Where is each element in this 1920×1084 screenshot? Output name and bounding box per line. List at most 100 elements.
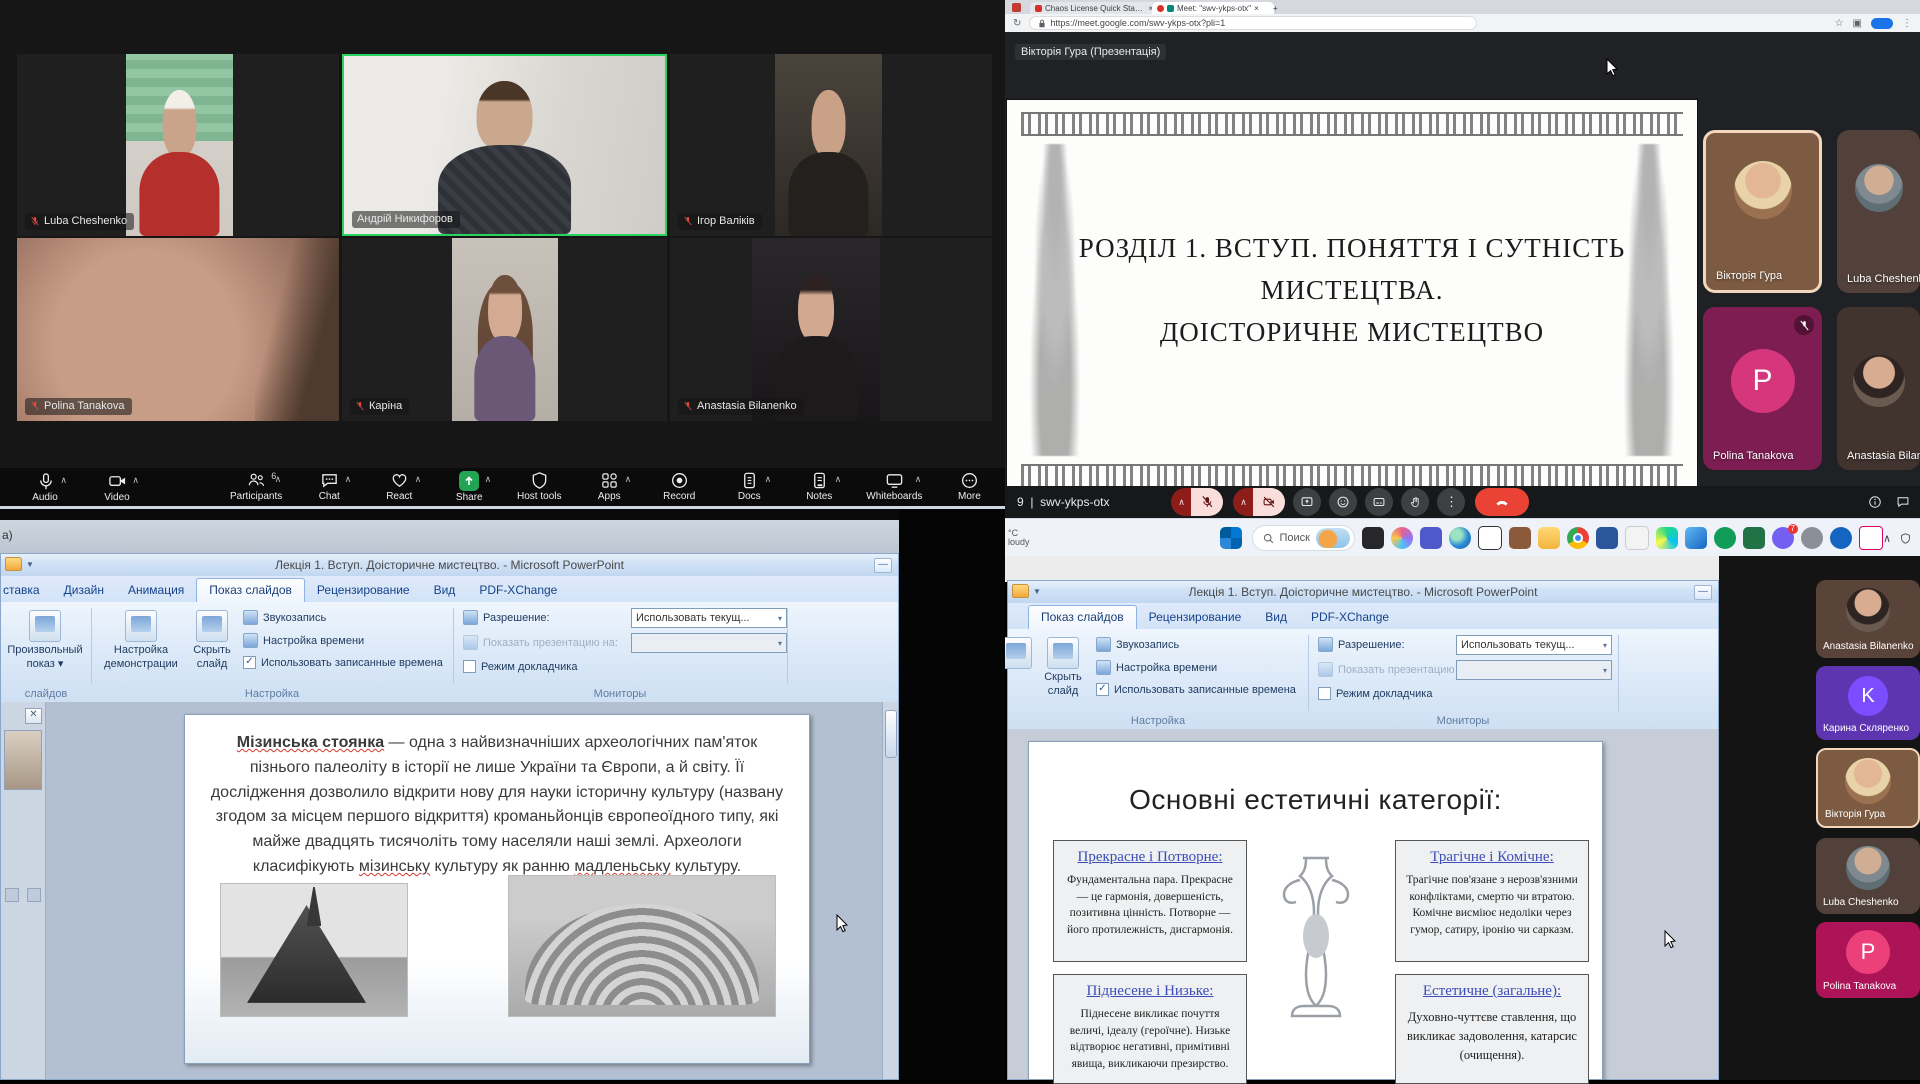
camera-options-chevron[interactable]: ∧ xyxy=(1233,488,1253,516)
tab-insert[interactable]: ставка xyxy=(1,579,52,602)
qat-dropdown-icon[interactable]: ▼ xyxy=(1033,587,1041,596)
tab-slideshow[interactable]: Показ слайдов xyxy=(196,578,305,602)
video-tile[interactable]: Luba Cheshenko xyxy=(17,54,339,236)
address-bar[interactable]: https://meet.google.com/swv-ykps-otx?pli… xyxy=(1029,16,1477,30)
docs-button[interactable]: ∧Docs xyxy=(726,471,772,503)
tab-design[interactable]: Дизайн xyxy=(52,579,116,602)
tab-pdf-xchange[interactable]: PDF-XChange xyxy=(467,579,569,602)
tab-close-icon[interactable]: × xyxy=(1254,4,1259,13)
record-narration-button[interactable]: Звукозапись xyxy=(243,610,326,625)
teams-icon[interactable] xyxy=(1420,527,1442,549)
start-button[interactable] xyxy=(1220,527,1242,549)
video-tile[interactable]: Ігор Валіків xyxy=(670,54,992,236)
minimize-button[interactable]: — xyxy=(874,558,892,573)
widgets-icon[interactable] xyxy=(1362,527,1384,549)
presenter-view-checkbox[interactable]: Режим докладчика xyxy=(463,660,577,673)
whiteboards-button[interactable]: ∧Whiteboards xyxy=(866,471,922,503)
record-narration-button[interactable]: Звукозапись xyxy=(1096,637,1179,652)
raise-hand-button[interactable] xyxy=(1401,488,1429,516)
share-button[interactable]: ∧Share xyxy=(446,471,492,503)
title-bar[interactable]: ▼ Лекція 1. Вступ. Доісторичне мистецтво… xyxy=(1,554,898,577)
scrollbar-thumb[interactable] xyxy=(885,710,897,758)
bookmark-star-icon[interactable]: ☆ xyxy=(1835,18,1844,29)
rehearse-timings-button[interactable]: Настройка времени xyxy=(1096,660,1217,675)
chat-button[interactable]: ∧Chat xyxy=(306,471,352,503)
more-button[interactable]: More xyxy=(946,471,992,503)
resolution-combo[interactable]: Использовать текущ...▾ xyxy=(631,608,787,628)
chat-panel-icon[interactable] xyxy=(1896,495,1910,509)
quick-access-toolbar[interactable]: ▼ xyxy=(5,557,34,571)
settings-icon[interactable] xyxy=(1801,527,1823,549)
setup-show-button[interactable]: Настройкадемонстрации xyxy=(99,610,183,672)
notion-icon[interactable] xyxy=(1478,526,1502,550)
tab-review[interactable]: Рецензирование xyxy=(1137,606,1254,629)
tray-chevron-icon[interactable]: ∧ xyxy=(1883,532,1891,545)
slide-canvas[interactable]: Основні естетичні категорії: Прекрасне і… xyxy=(1028,741,1603,1080)
close-pane-button[interactable]: ✕ xyxy=(25,708,42,724)
app-icon-blue[interactable] xyxy=(1830,527,1852,549)
use-timings-checkbox[interactable]: ✓Использовать записанные времена xyxy=(1096,683,1296,696)
scroll-right-button[interactable] xyxy=(27,888,41,902)
scroll-left-button[interactable] xyxy=(5,888,19,902)
mic-muted-button[interactable] xyxy=(1191,488,1223,516)
snipping-tool-icon[interactable] xyxy=(1859,526,1883,550)
excel-icon[interactable] xyxy=(1743,527,1765,549)
emoji-reaction-button[interactable] xyxy=(1329,488,1357,516)
photos-icon[interactable] xyxy=(1685,527,1707,549)
audio-button[interactable]: ∧Audio xyxy=(22,472,68,503)
hide-slide-button[interactable]: Скрытьслайд xyxy=(1038,637,1088,699)
camera-off-button[interactable] xyxy=(1253,488,1285,516)
profile-button[interactable] xyxy=(1871,18,1893,29)
browser-tab-1[interactable]: Chaos License Quick Start Guide × xyxy=(1030,2,1158,14)
video-tile[interactable]: Каріна xyxy=(342,238,667,421)
presenter-view-checkbox[interactable]: Режим докладчика xyxy=(1318,687,1432,700)
tab-pdf-xchange[interactable]: PDF-XChange xyxy=(1299,606,1401,629)
word-icon[interactable] xyxy=(1596,527,1618,549)
rehearse-timings-button[interactable]: Настройка времени xyxy=(243,633,364,648)
meet-tile-polina[interactable]: P Polina Tanakova xyxy=(1703,307,1822,470)
video-button[interactable]: ∧Video xyxy=(94,472,140,503)
tab-view[interactable]: Вид xyxy=(422,579,468,602)
custom-show-button[interactable]: Произвольный показ ▾ xyxy=(5,610,85,672)
side-tile-polina[interactable]: P Polina Tanakova xyxy=(1816,922,1920,998)
tab-slideshow[interactable]: Показ слайдов xyxy=(1028,605,1137,629)
hide-slide-button[interactable]: Скрытьслайд xyxy=(187,610,237,672)
title-bar[interactable]: ▼ Лекція 1. Вступ. Доісторичне мистецтво… xyxy=(1008,581,1718,604)
new-tab-button[interactable]: + xyxy=(1268,2,1290,14)
participants-button[interactable]: 6 ∧Participants xyxy=(230,471,282,503)
present-button[interactable] xyxy=(1293,488,1321,516)
video-tile[interactable]: Polina Tanakova xyxy=(17,238,339,421)
slide-thumbnail[interactable] xyxy=(4,730,42,790)
side-tile-anastasia[interactable]: Anastasia Bilanenko xyxy=(1816,580,1920,658)
more-options-button[interactable]: ⋮ xyxy=(1437,488,1465,516)
pycharm-icon[interactable] xyxy=(1656,527,1678,549)
minimize-button[interactable]: — xyxy=(1694,585,1712,600)
captions-button[interactable] xyxy=(1365,488,1393,516)
copilot-icon[interactable] xyxy=(1391,527,1413,549)
apps-button[interactable]: ∧Apps xyxy=(586,471,632,503)
quick-access-toolbar[interactable]: ▼ xyxy=(1012,584,1041,598)
use-timings-checkbox[interactable]: ✓Использовать записанные времена xyxy=(243,656,443,669)
tab-view[interactable]: Вид xyxy=(1253,606,1299,629)
record-button[interactable]: Record xyxy=(656,471,702,503)
video-tile-active[interactable]: Андрій Никифоров xyxy=(342,54,667,236)
chrome-icon[interactable] xyxy=(1567,527,1589,549)
app-icon-brown[interactable] xyxy=(1509,527,1531,549)
leave-call-button[interactable] xyxy=(1475,488,1529,516)
notes-button[interactable]: ∧Notes xyxy=(796,471,842,503)
meet-tile-anastasia[interactable]: Anastasia Bilanenko xyxy=(1837,307,1920,470)
extensions-icon[interactable]: ▣ xyxy=(1853,18,1862,29)
vertical-scrollbar[interactable] xyxy=(882,702,898,1079)
taskbar-search[interactable]: Поиск xyxy=(1252,525,1355,551)
tab-animation[interactable]: Анимация xyxy=(116,579,196,602)
weather-widget[interactable]: °C loudy xyxy=(1008,529,1030,547)
react-button[interactable]: ∧React xyxy=(376,471,422,503)
mic-options-chevron[interactable]: ∧ xyxy=(1171,488,1191,516)
browser-menu-icon[interactable]: ⋮ xyxy=(1902,18,1912,29)
office-button-icon[interactable] xyxy=(5,557,22,571)
viber-icon[interactable]: 7 xyxy=(1772,527,1794,549)
reload-icon[interactable]: ↻ xyxy=(1013,18,1021,29)
meeting-info-icon[interactable] xyxy=(1868,495,1882,509)
paint-icon[interactable] xyxy=(1625,526,1649,550)
security-shield-icon[interactable] xyxy=(1900,533,1911,544)
